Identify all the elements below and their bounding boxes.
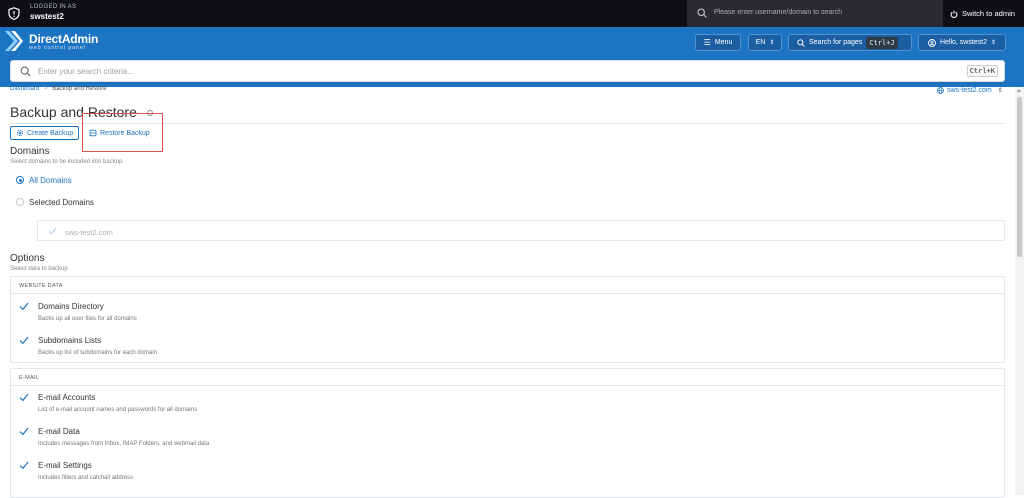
shield-icon [8,7,20,20]
switch-to-admin-label: Switch to admin [962,9,1015,18]
check-icon[interactable] [19,427,29,436]
highlight-annotation [82,113,163,152]
domain-selector-value: sws-test2.com [947,87,992,94]
tab-create-backup[interactable]: Create Backup [10,126,80,140]
language-select[interactable]: EN ⇕ [748,34,782,51]
search-icon [20,66,31,77]
domain-list-item: sws-test2.com [65,228,113,237]
tab-create-backup-label: Create Backup [27,129,74,137]
option-description: Backs up all user files for all domains [38,316,137,322]
check-icon[interactable] [48,227,57,235]
breadcrumb-dashboard-link[interactable]: Dashboard [10,86,39,92]
updown-chevron-icon: ⇕ [769,40,775,46]
options-section-title: Options [10,253,45,264]
option-title: E-mail Settings [38,461,92,470]
logged-in-username: swstest2 [30,12,64,21]
breadcrumb-current: Backup and Restore [52,86,107,92]
search-pages-label: Search for pages [809,39,863,46]
user-search-box[interactable]: Please enter username/domain to search [687,0,943,27]
selected-domains-radio[interactable] [16,198,24,206]
updown-chevron-icon: ⇕ [991,40,997,46]
hello-label: Hello, swstest2 [939,39,988,46]
all-domains-label[interactable]: All Domains [29,176,72,185]
option-title: Subdomains Lists [38,336,102,345]
updown-chevron-icon: ⇕ [997,88,1003,94]
option-description: Includes messages from Inbox, IMAP Folde… [38,441,210,447]
search-pages-shortcut: Ctrl+J [866,36,898,49]
breadcrumb: Dashboard > Backup and Restore [10,86,107,92]
global-search-shortcut: Ctrl+K [966,65,998,77]
website-data-group: WEBSITE DATA Domains Directory Backs up … [10,276,1005,363]
gear-icon [16,129,24,137]
top-bar: LOGGED IN AS swstest2 Please enter usern… [0,0,1024,27]
hamburger-icon: ☰ [703,38,711,47]
brand-subtitle: web control panel [29,45,86,51]
brand-title: DirectAdmin [29,32,99,46]
logged-in-label: LOGGED IN AS [30,4,77,10]
user-menu-button[interactable]: Hello, swstest2 ⇕ [918,34,1006,51]
global-search-input[interactable]: Enter your search criteria... [38,67,134,76]
power-icon [950,10,958,18]
language-value: EN [755,39,766,46]
user-search-input[interactable]: Please enter username/domain to search [714,9,842,16]
selected-domains-label[interactable]: Selected Domains [29,198,94,207]
domain-selector[interactable]: sws-test2.com ⇕ [937,87,1003,94]
search-icon [697,8,707,18]
options-section-subtitle: Select data to backup [10,266,68,272]
domains-section-subtitle: Select domains to be included into backu… [10,159,123,165]
option-title: E-mail Accounts [38,393,96,402]
domains-section-title: Domains [10,146,50,157]
switch-to-admin-button[interactable]: Switch to admin [950,9,1015,18]
option-title: E-mail Data [38,427,80,436]
global-search-bar[interactable]: Enter your search criteria... Ctrl+K [10,60,1005,82]
scrollbar-thumb[interactable] [1017,97,1022,257]
website-data-heading: WEBSITE DATA [11,277,1004,294]
domain-list: sws-test2.com [37,220,1005,241]
menu-button[interactable]: ☰ Menu [695,34,741,51]
menu-label: Menu [714,39,733,46]
option-description: Includes filters and catchall address [38,475,134,481]
option-description: Backs up list of subdomains for each dom… [38,350,158,356]
option-description: List of e-mail account names and passwor… [38,407,198,413]
check-icon[interactable] [19,461,29,470]
scrollbar[interactable] [1015,87,1024,495]
email-heading: E-MAIL [11,369,1004,386]
email-group: E-MAIL E-mail Accounts List of e-mail ac… [10,368,1005,498]
check-icon[interactable] [19,336,29,345]
search-icon [797,38,805,47]
check-icon[interactable] [19,302,29,311]
user-icon [927,38,936,47]
directadmin-logo-icon [5,31,23,51]
globe-icon [937,87,944,94]
option-title: Domains Directory [38,302,104,311]
search-pages-button[interactable]: Search for pages Ctrl+J [788,34,912,51]
check-icon[interactable] [19,393,29,402]
scroll-up-arrow-icon[interactable] [1017,89,1021,92]
breadcrumb-separator: > [44,86,48,92]
all-domains-radio[interactable] [16,176,24,184]
